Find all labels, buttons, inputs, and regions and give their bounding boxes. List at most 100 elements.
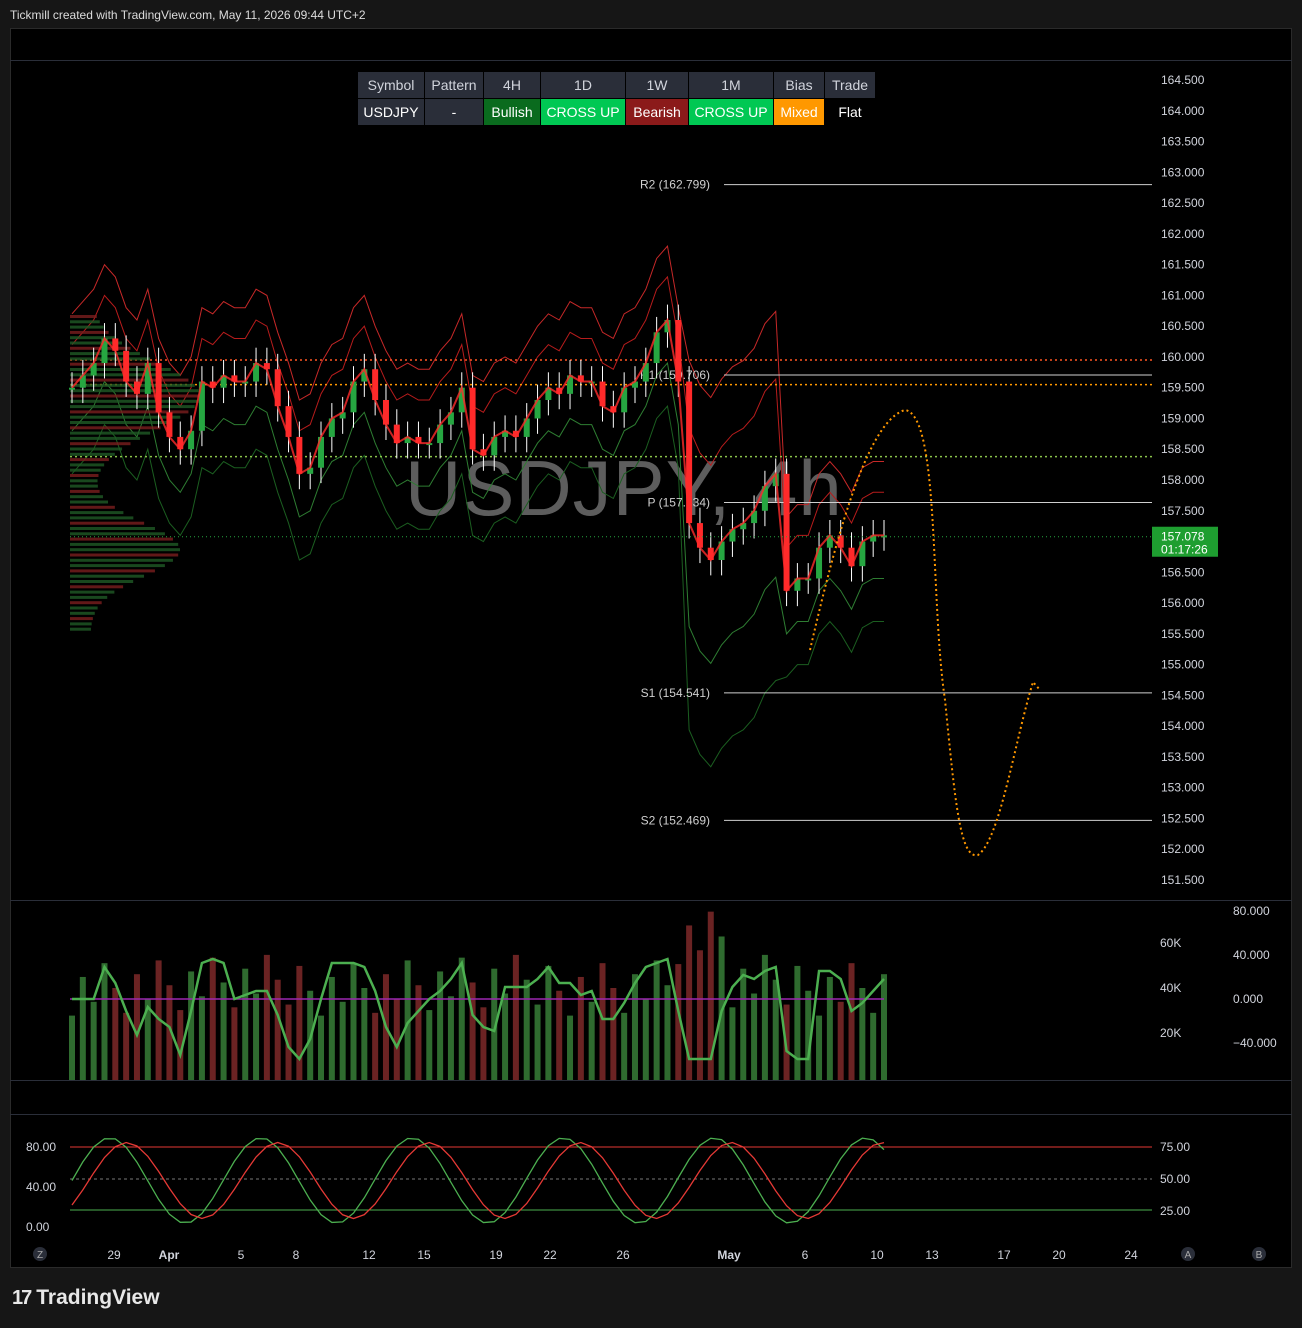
volume-bar xyxy=(870,1012,877,1080)
profile-bar xyxy=(70,542,179,546)
projection-path xyxy=(809,408,1041,857)
profile-bar xyxy=(70,590,115,594)
projection-path xyxy=(809,408,1041,857)
volume-bar xyxy=(740,968,747,1080)
time-tick: 19 xyxy=(489,1248,503,1262)
profile-bar xyxy=(70,574,145,578)
profile-bar xyxy=(70,622,92,626)
profile-bar xyxy=(70,431,151,435)
pivot-label: S2 (152.469) xyxy=(641,813,710,827)
stoch-right-tick: 75.00 xyxy=(1160,1140,1190,1154)
stochastic-pane: 80.00 40.00 0.00 75.00 50.00 25.00 xyxy=(26,1137,1190,1234)
volume-bar xyxy=(556,990,563,1080)
time-tick: 6 xyxy=(802,1248,809,1262)
price-tick: 163.500 xyxy=(1161,135,1205,149)
table-value-cell: CROSS UP xyxy=(688,98,774,126)
stoch-d-line xyxy=(71,1141,885,1220)
table-value-cell: Mixed xyxy=(773,98,825,126)
profile-bar xyxy=(70,585,124,589)
time-tick: 5 xyxy=(238,1248,245,1262)
profile-bar xyxy=(70,564,165,568)
table-header-cell: 1M xyxy=(688,71,774,99)
table-value-cell: Bullish xyxy=(483,98,541,126)
volume-bar xyxy=(642,999,649,1080)
volume-bar xyxy=(79,976,86,1080)
price-tick: 154.000 xyxy=(1161,719,1205,733)
profile-bar xyxy=(70,405,195,409)
profile-bar xyxy=(70,330,109,334)
volume-tick: 60K xyxy=(1160,936,1181,950)
time-tick: 13 xyxy=(925,1248,939,1262)
time-tick: 17 xyxy=(997,1248,1011,1262)
profile-bar xyxy=(70,617,93,621)
table-value-cell: USDJPY xyxy=(357,98,425,126)
time-tick: 24 xyxy=(1124,1248,1138,1262)
stoch-right-tick: 50.00 xyxy=(1160,1172,1190,1186)
volume-bar xyxy=(220,982,227,1080)
profile-bar xyxy=(70,394,200,398)
volume-bar xyxy=(502,993,509,1080)
price-tick: 159.500 xyxy=(1161,381,1205,395)
profile-bar xyxy=(70,336,115,340)
stoch-left-tick: 80.00 xyxy=(26,1140,56,1154)
price-tick: 156.500 xyxy=(1161,565,1205,579)
volume-bar xyxy=(242,968,249,1080)
table-value-cell: CROSS UP xyxy=(540,98,626,126)
time-tick: 20 xyxy=(1052,1248,1066,1262)
main-chart-svg[interactable]: R2 (162.799) R1 (159.706) P (157.634) S1 (1… xyxy=(0,0,1302,1328)
table-value-cell: Bearish xyxy=(625,98,689,126)
volume-bar xyxy=(826,976,833,1080)
volume-bar xyxy=(772,979,779,1080)
volume-bar xyxy=(512,954,519,1080)
volume-pane: 60K 40K 20K 80.000 40.000 0.000 −40.000 xyxy=(69,904,1277,1080)
volume-bar xyxy=(696,950,703,1080)
price-tick: 153.500 xyxy=(1161,750,1205,764)
profile-bar xyxy=(70,569,155,573)
time-tick: 12 xyxy=(362,1248,376,1262)
volume-bar xyxy=(881,974,887,1080)
volume-tick: 20K xyxy=(1160,1026,1181,1040)
profile-bar xyxy=(70,426,161,430)
countdown-label: 01:17:26 xyxy=(1161,543,1208,557)
volume-profile xyxy=(70,315,200,631)
profile-bar xyxy=(70,463,105,467)
pivot-label: R2 (162.799) xyxy=(640,178,710,192)
profile-bar xyxy=(70,357,151,361)
profile-bar xyxy=(70,315,97,318)
price-tick: 156.000 xyxy=(1161,596,1205,610)
volume-bar xyxy=(188,971,195,1080)
table-header-cell: 4H xyxy=(483,71,541,99)
volume-bar xyxy=(794,965,801,1080)
volume-bar xyxy=(296,965,303,1080)
table-header-cell: Bias xyxy=(773,71,825,99)
profile-bar xyxy=(70,452,115,456)
price-tick: 162.500 xyxy=(1161,196,1205,210)
volume-bar xyxy=(372,1012,379,1080)
volume-bar xyxy=(350,963,357,1080)
volume-bar xyxy=(653,960,660,1080)
pivot-label: R1 (159.706) xyxy=(640,368,710,382)
osc-tick: 40.000 xyxy=(1233,948,1270,962)
price-tick: 155.000 xyxy=(1161,658,1205,672)
time-tick: May xyxy=(717,1248,741,1262)
stoch-left-tick: 40.00 xyxy=(26,1180,56,1194)
price-tick: 158.500 xyxy=(1161,442,1205,456)
profile-bar xyxy=(70,558,173,562)
profile-bar xyxy=(70,532,165,536)
volume-bar xyxy=(361,988,368,1080)
profile-bar xyxy=(70,527,155,530)
profile-bar xyxy=(70,500,109,504)
volume-bar xyxy=(588,1001,595,1080)
stoch-left-tick: 0.00 xyxy=(26,1220,50,1234)
volume-bar xyxy=(101,963,108,1080)
time-tick: 29 xyxy=(107,1248,121,1262)
price-tick: 154.500 xyxy=(1161,688,1205,702)
volume-bar xyxy=(751,993,758,1080)
volume-bar xyxy=(69,1015,75,1080)
profile-bar xyxy=(70,399,199,403)
tradingview-logo[interactable]: 17 TradingView xyxy=(12,1286,160,1310)
price-tick: 159.000 xyxy=(1161,411,1205,425)
signal-table: Symbol Pattern 4H 1D 1W 1M Bias Trade USDJPY - Bu… xyxy=(357,71,876,126)
volume-bar xyxy=(469,982,476,1080)
volume-bar xyxy=(90,1001,97,1080)
